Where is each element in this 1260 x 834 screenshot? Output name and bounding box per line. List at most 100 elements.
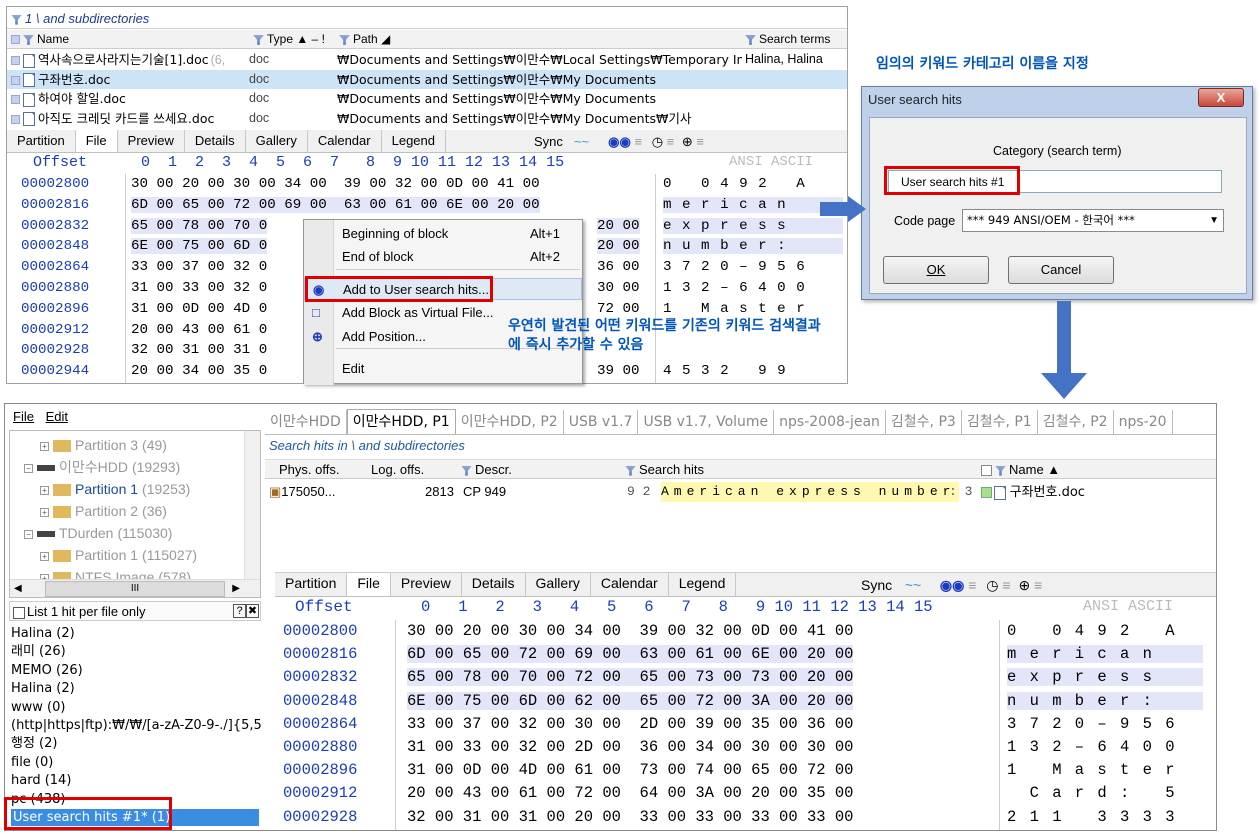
row-checkbox[interactable] xyxy=(11,114,20,124)
file-path: ₩Documents and Settings₩이만수₩My Documents xyxy=(337,91,657,106)
column-search-terms[interactable]: Search terms xyxy=(745,30,830,49)
menu-item-1[interactable]: Beginning of block Alt+1 xyxy=(304,223,582,245)
keyword-item[interactable]: Halina (2) xyxy=(11,680,75,697)
help-icon[interactable]: ? xyxy=(233,604,246,618)
expand-icon[interactable]: + xyxy=(40,551,49,561)
file-row[interactable]: 구좌번호.doc doc ₩Documents and Settings₩이만수₩M… xyxy=(7,69,847,89)
keyword-item[interactable]: (http|https|ftp):₩/₩/[a-zA-Z0-9-./]{5,5 xyxy=(11,717,261,734)
file-row[interactable]: 하여야 할일.doc doc ₩Documents and Settings₩이만수… xyxy=(7,89,847,108)
file-row[interactable]: 역사속으로사라지는기술[1].doc (6, doc ₩Documents and S… xyxy=(7,50,847,69)
col-search-hits[interactable]: Search hits xyxy=(625,460,704,480)
file-type: doc xyxy=(249,91,270,105)
codepage-select[interactable]: *** 949 ANSI/OEM - 한국어 *** ▼ xyxy=(962,209,1224,232)
col-name[interactable]: Name ▲ xyxy=(981,460,1060,480)
case-tab[interactable]: 김철수, P1 xyxy=(962,410,1038,434)
keyword-item[interactable]: Halina (2) xyxy=(11,625,75,642)
close-icon[interactable]: ✖ xyxy=(246,604,259,618)
filter-bar[interactable]: 1 \ and subdirectories xyxy=(7,9,847,29)
tree-vscroll[interactable] xyxy=(244,431,260,579)
tab-legend[interactable]: Legend xyxy=(382,130,446,152)
crosshair-icon[interactable]: ⊕ xyxy=(1018,577,1030,593)
case-tab[interactable]: nps-2008-jean xyxy=(774,410,886,434)
crosshair-icon[interactable]: ⊕ xyxy=(682,134,693,149)
tab-partition[interactable]: Partition xyxy=(275,573,348,596)
tree-node[interactable]: + Partition 1 (115027) xyxy=(40,545,197,565)
tab-legend[interactable]: Legend xyxy=(669,573,737,596)
clock-icon[interactable]: ◷ xyxy=(986,577,998,593)
hit-post: : 3 xyxy=(949,484,973,499)
binoculars-icon[interactable]: ◉◉ xyxy=(608,134,631,149)
tree-node[interactable]: + Partition 2 (36) xyxy=(40,501,167,521)
tab-calendar[interactable]: Calendar xyxy=(591,573,669,596)
tab-file[interactable]: File xyxy=(347,573,391,596)
scroll-left-icon[interactable]: ◀ xyxy=(14,580,22,597)
keyword-item[interactable]: 래미 (26) xyxy=(11,643,66,660)
keyword-item[interactable]: MEMO (26) xyxy=(11,662,83,679)
tree-node[interactable]: − TDurden (115030) xyxy=(24,523,172,543)
tab-file[interactable]: File xyxy=(75,130,118,152)
keyword-item[interactable]: hard (14) xyxy=(11,772,71,789)
expand-icon[interactable]: + xyxy=(40,507,49,517)
tab-gallery[interactable]: Gallery xyxy=(526,573,591,596)
scroll-thumb[interactable]: III xyxy=(45,581,225,597)
column-type[interactable]: Type ▲ – ! xyxy=(253,30,325,49)
col-descr[interactable]: Descr. xyxy=(461,460,512,480)
tab-details[interactable]: Details xyxy=(462,573,526,596)
column-name[interactable]: Name xyxy=(11,30,69,49)
file-path: ₩Documents and Settings₩이만수₩My Documents xyxy=(337,71,657,87)
case-tab[interactable]: USB v1.7, Volume xyxy=(638,410,775,434)
case-tab[interactable]: 김철수, P2 xyxy=(1038,410,1114,434)
tree-node[interactable]: + Partition 3 (49) xyxy=(40,435,167,455)
expand-icon[interactable]: − xyxy=(24,529,33,539)
tab-gallery[interactable]: Gallery xyxy=(246,130,308,152)
col-phys-offs[interactable]: Phys. offs. xyxy=(279,460,339,480)
clock-icon[interactable]: ◷ xyxy=(652,134,663,149)
menu-item-6[interactable]: Edit xyxy=(304,358,582,380)
case-tab[interactable]: USB v1.7 xyxy=(564,410,639,434)
tab-preview[interactable]: Preview xyxy=(391,573,462,596)
dialog-close-button[interactable]: X xyxy=(1198,88,1244,107)
menu-edit[interactable]: Edit xyxy=(46,409,68,424)
column-path[interactable]: Path ◢ xyxy=(339,30,390,49)
expand-icon[interactable]: + xyxy=(40,485,49,495)
menu-file[interactable]: File xyxy=(13,409,34,424)
file-row[interactable]: 아직도 크레딧 카드를 쓰세요.doc doc ₩Documents and Set… xyxy=(7,109,847,128)
expand-icon[interactable]: − xyxy=(24,463,33,473)
top-sync[interactable]: Sync ~~ ◉◉ ≡ ◷ ≡ ⊕ ≡ xyxy=(534,131,704,152)
list-one-hit-option[interactable]: List 1 hit per file only ? ✖ xyxy=(9,601,261,621)
tree-node[interactable]: + Partition 1 (19253) xyxy=(40,479,190,499)
ok-button[interactable]: OK xyxy=(883,256,989,284)
file-name: 역사속으로사라지는기술[1].doc xyxy=(38,52,209,67)
keyword-item[interactable]: 행정 (2) xyxy=(11,735,57,752)
scroll-right-icon[interactable]: ▶ xyxy=(232,580,240,597)
keyword-item[interactable]: file (0) xyxy=(11,754,53,771)
row-checkbox[interactable] xyxy=(11,95,20,105)
binoculars-icon[interactable]: ◉◉ xyxy=(940,577,964,593)
tab-details[interactable]: Details xyxy=(185,130,246,152)
offset-cell: 00002880 xyxy=(21,280,90,296)
col-log-offs[interactable]: Log. offs. xyxy=(371,460,424,480)
tab-calendar[interactable]: Calendar xyxy=(308,130,382,152)
case-tab[interactable]: 김철수, P3 xyxy=(886,410,962,434)
list-one-checkbox[interactable] xyxy=(13,606,25,619)
tree-node[interactable]: − 이만수HDD (19293) xyxy=(24,457,180,477)
row-checkbox[interactable] xyxy=(11,56,20,66)
keyword-item[interactable]: www (0) xyxy=(11,699,65,716)
menu-item-2[interactable]: End of block Alt+2 xyxy=(304,246,582,268)
tree-label: Partition 2 xyxy=(75,503,139,519)
menu-item-label: Beginning of block xyxy=(342,226,449,241)
row-checkbox[interactable] xyxy=(11,75,20,85)
case-tab[interactable]: 이만수HDD, P1 xyxy=(346,409,456,434)
case-tab[interactable]: nps-20 xyxy=(1114,410,1173,434)
case-tab[interactable]: 이만수HDD, P2 xyxy=(456,410,564,434)
cancel-button[interactable]: Cancel xyxy=(1008,256,1114,284)
bottom-sync[interactable]: Sync ~~ ◉◉ ≡ ◷ ≡ ⊕ ≡ xyxy=(861,574,1042,596)
checkbox[interactable] xyxy=(981,487,992,499)
tab-partition[interactable]: Partition xyxy=(7,130,76,152)
case-tab[interactable]: 이만수HDD xyxy=(265,410,347,434)
tab-preview[interactable]: Preview xyxy=(118,130,185,152)
tree-hscroll[interactable]: ◀ III ▶ xyxy=(10,579,260,597)
hit-row[interactable]: ▣175050... 2813 CP 949 9 2 American expr… xyxy=(265,482,1216,502)
expand-icon[interactable]: + xyxy=(40,441,49,451)
highlight-box-category xyxy=(884,166,1020,195)
